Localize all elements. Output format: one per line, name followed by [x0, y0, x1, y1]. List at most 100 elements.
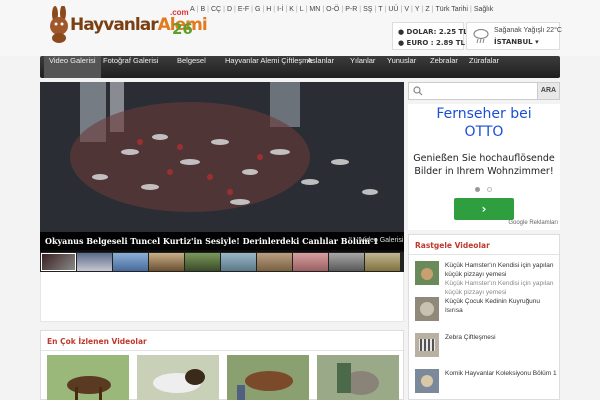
- weather-description: Sağanak Yağışlı 22°C: [494, 27, 562, 34]
- search-icon: [413, 86, 423, 96]
- separator: |: [411, 6, 413, 13]
- alphabet-index: A | B | CÇ | D | E-F | G | H | I-İ | K | L | MN | O-Ö | P-R | SŞ | T…: [190, 6, 495, 13]
- video-thumb[interactable]: [227, 355, 309, 400]
- separator: |: [262, 6, 265, 13]
- dollar-label: DOLAR:: [406, 28, 437, 36]
- slider-thumb[interactable]: [365, 253, 400, 271]
- ad-headline-2: OTTO: [464, 124, 504, 140]
- slider-thumb[interactable]: [257, 253, 292, 271]
- video-caption: Okyanus Belgeseli Tuncel Kurtiz'in Sesiy…: [40, 232, 404, 250]
- alphabet-link[interactable]: Y: [415, 6, 420, 13]
- alphabet-link[interactable]: Sağlık: [474, 6, 493, 13]
- alphabet-link[interactable]: G: [255, 6, 260, 13]
- alphabet-link[interactable]: D: [227, 6, 232, 13]
- ad-body: Genießen Sie hochauflösende Bilder in Ih…: [413, 153, 555, 177]
- euro-rate: ● EURO : 2.89 TL: [398, 39, 465, 47]
- nav-item[interactable]: Video Galerisi: [44, 56, 101, 78]
- alphabet-link[interactable]: A: [190, 6, 195, 13]
- rain-cloud-icon: [473, 28, 489, 44]
- ad-dot-active[interactable]: [475, 187, 480, 192]
- divider: [409, 254, 559, 255]
- most-watched-section: En Çok İzlenen Videolar: [40, 330, 404, 400]
- separator: |: [421, 6, 424, 13]
- euro-label: EURO :: [406, 39, 434, 47]
- search-box: ARA: [408, 82, 560, 100]
- slider-thumb[interactable]: [329, 253, 364, 271]
- google-ads-badge[interactable]: Google Reklamları: [508, 220, 558, 226]
- separator: |: [207, 6, 209, 13]
- video-title[interactable]: Okyanus Belgeseli Tuncel Kurtiz'in Sesiy…: [45, 236, 379, 246]
- separator: |: [322, 6, 325, 13]
- nav-item[interactable]: Zebralar: [425, 56, 463, 78]
- list-item-title: Zebra Çiftleşmesi: [445, 334, 496, 341]
- video-thumb: [415, 369, 439, 393]
- alphabet-link[interactable]: H: [266, 6, 271, 13]
- alphabet-link[interactable]: V: [404, 6, 409, 13]
- alphabet-link[interactable]: O-Ö: [326, 6, 339, 13]
- video-thumb[interactable]: [317, 355, 399, 400]
- slider-thumb[interactable]: [77, 253, 112, 271]
- divider: [41, 350, 403, 351]
- separator: |: [431, 6, 434, 13]
- separator: |: [384, 6, 387, 13]
- video-thumb: [415, 297, 439, 321]
- weather-box: Sağanak Yağışlı 22°C İSTANBUL ▾: [466, 22, 562, 50]
- slider-thumbnails: [40, 252, 404, 272]
- slider-thumb[interactable]: [149, 253, 184, 271]
- slider-thumb[interactable]: [113, 253, 148, 271]
- list-item-title: Komik Hayvanlar Koleksiyonu Bölüm 1: [445, 370, 557, 377]
- slider-thumb[interactable]: [41, 253, 76, 271]
- separator: |: [305, 6, 308, 13]
- alphabet-link[interactable]: P-R: [345, 6, 357, 13]
- section-heading: En Çok İzlenen Videolar: [47, 337, 147, 346]
- ad-cta-button[interactable]: ›: [454, 198, 514, 220]
- weather-city-select[interactable]: İSTANBUL ▾: [494, 38, 539, 46]
- list-item-subtitle: Küçük Hamster'ın Kendisi için yapılan kü…: [445, 280, 554, 296]
- ad-banner[interactable]: Fernseher bei OTTO Genießen Sie hochaufl…: [408, 104, 560, 230]
- alphabet-link[interactable]: MN: [309, 6, 320, 13]
- slider-thumb[interactable]: [293, 253, 328, 271]
- search-input[interactable]: [425, 84, 535, 98]
- slider-thumb[interactable]: [185, 253, 220, 271]
- ad-dot[interactable]: [487, 187, 492, 192]
- logo-number: 26: [172, 20, 193, 38]
- dollar-rate: ● DOLAR: 2.25 TL: [398, 28, 468, 36]
- nav-item[interactable]: Yılanlar: [345, 56, 380, 78]
- alphabet-link[interactable]: I-İ: [277, 6, 283, 13]
- alphabet-link[interactable]: Z: [425, 6, 429, 13]
- alphabet-link[interactable]: SŞ: [363, 6, 372, 13]
- featured-video[interactable]: Okyanus Belgeseli Tuncel Kurtiz'in Sesiy…: [40, 82, 404, 272]
- nav-item[interactable]: Belgesel: [172, 56, 211, 78]
- nav-item[interactable]: Aslanlar: [302, 56, 339, 78]
- alphabet-link[interactable]: L: [300, 6, 304, 13]
- separator: |: [341, 6, 344, 13]
- separator: |: [374, 6, 377, 13]
- separator: |: [196, 6, 199, 13]
- video-thumb[interactable]: [47, 355, 129, 400]
- fish-school-image: [40, 82, 404, 232]
- nav-item[interactable]: Yunuslar: [382, 56, 421, 78]
- alphabet-link[interactable]: K: [289, 6, 294, 13]
- separator: |: [469, 6, 472, 13]
- ad-headline-1: Fernseher bei: [436, 106, 532, 122]
- nav-item[interactable]: Fotoğraf Galerisi: [98, 56, 163, 78]
- alphabet-link[interactable]: B: [201, 6, 206, 13]
- list-item-text: Küçük Hamster'ın Kendisi için yapılan kü…: [445, 261, 557, 297]
- alphabet-link[interactable]: Türk Tarihi: [435, 6, 468, 13]
- alphabet-link[interactable]: UÜ: [388, 6, 398, 13]
- euro-value: 2.89 TL: [436, 39, 465, 47]
- search-button[interactable]: ARA: [537, 83, 559, 99]
- site-logo[interactable]: HayvanlarAlemi .com 26: [46, 6, 208, 46]
- nav-item[interactable]: Zürafalar: [464, 56, 504, 78]
- currency-box: ● DOLAR: 2.25 TL ● EURO : 2.89 TL: [392, 22, 468, 50]
- separator: |: [251, 6, 253, 13]
- slider-thumb[interactable]: [221, 253, 256, 271]
- separator: |: [223, 6, 225, 13]
- video-thumb[interactable]: [137, 355, 219, 400]
- alphabet-link[interactable]: CÇ: [211, 6, 221, 13]
- alphabet-link[interactable]: E-F: [238, 6, 249, 13]
- dollar-value: 2.25 TL: [438, 28, 468, 36]
- alphabet-link[interactable]: T: [378, 6, 382, 13]
- video-category[interactable]: Video Galerisi: [360, 237, 403, 244]
- video-thumb: [415, 333, 439, 357]
